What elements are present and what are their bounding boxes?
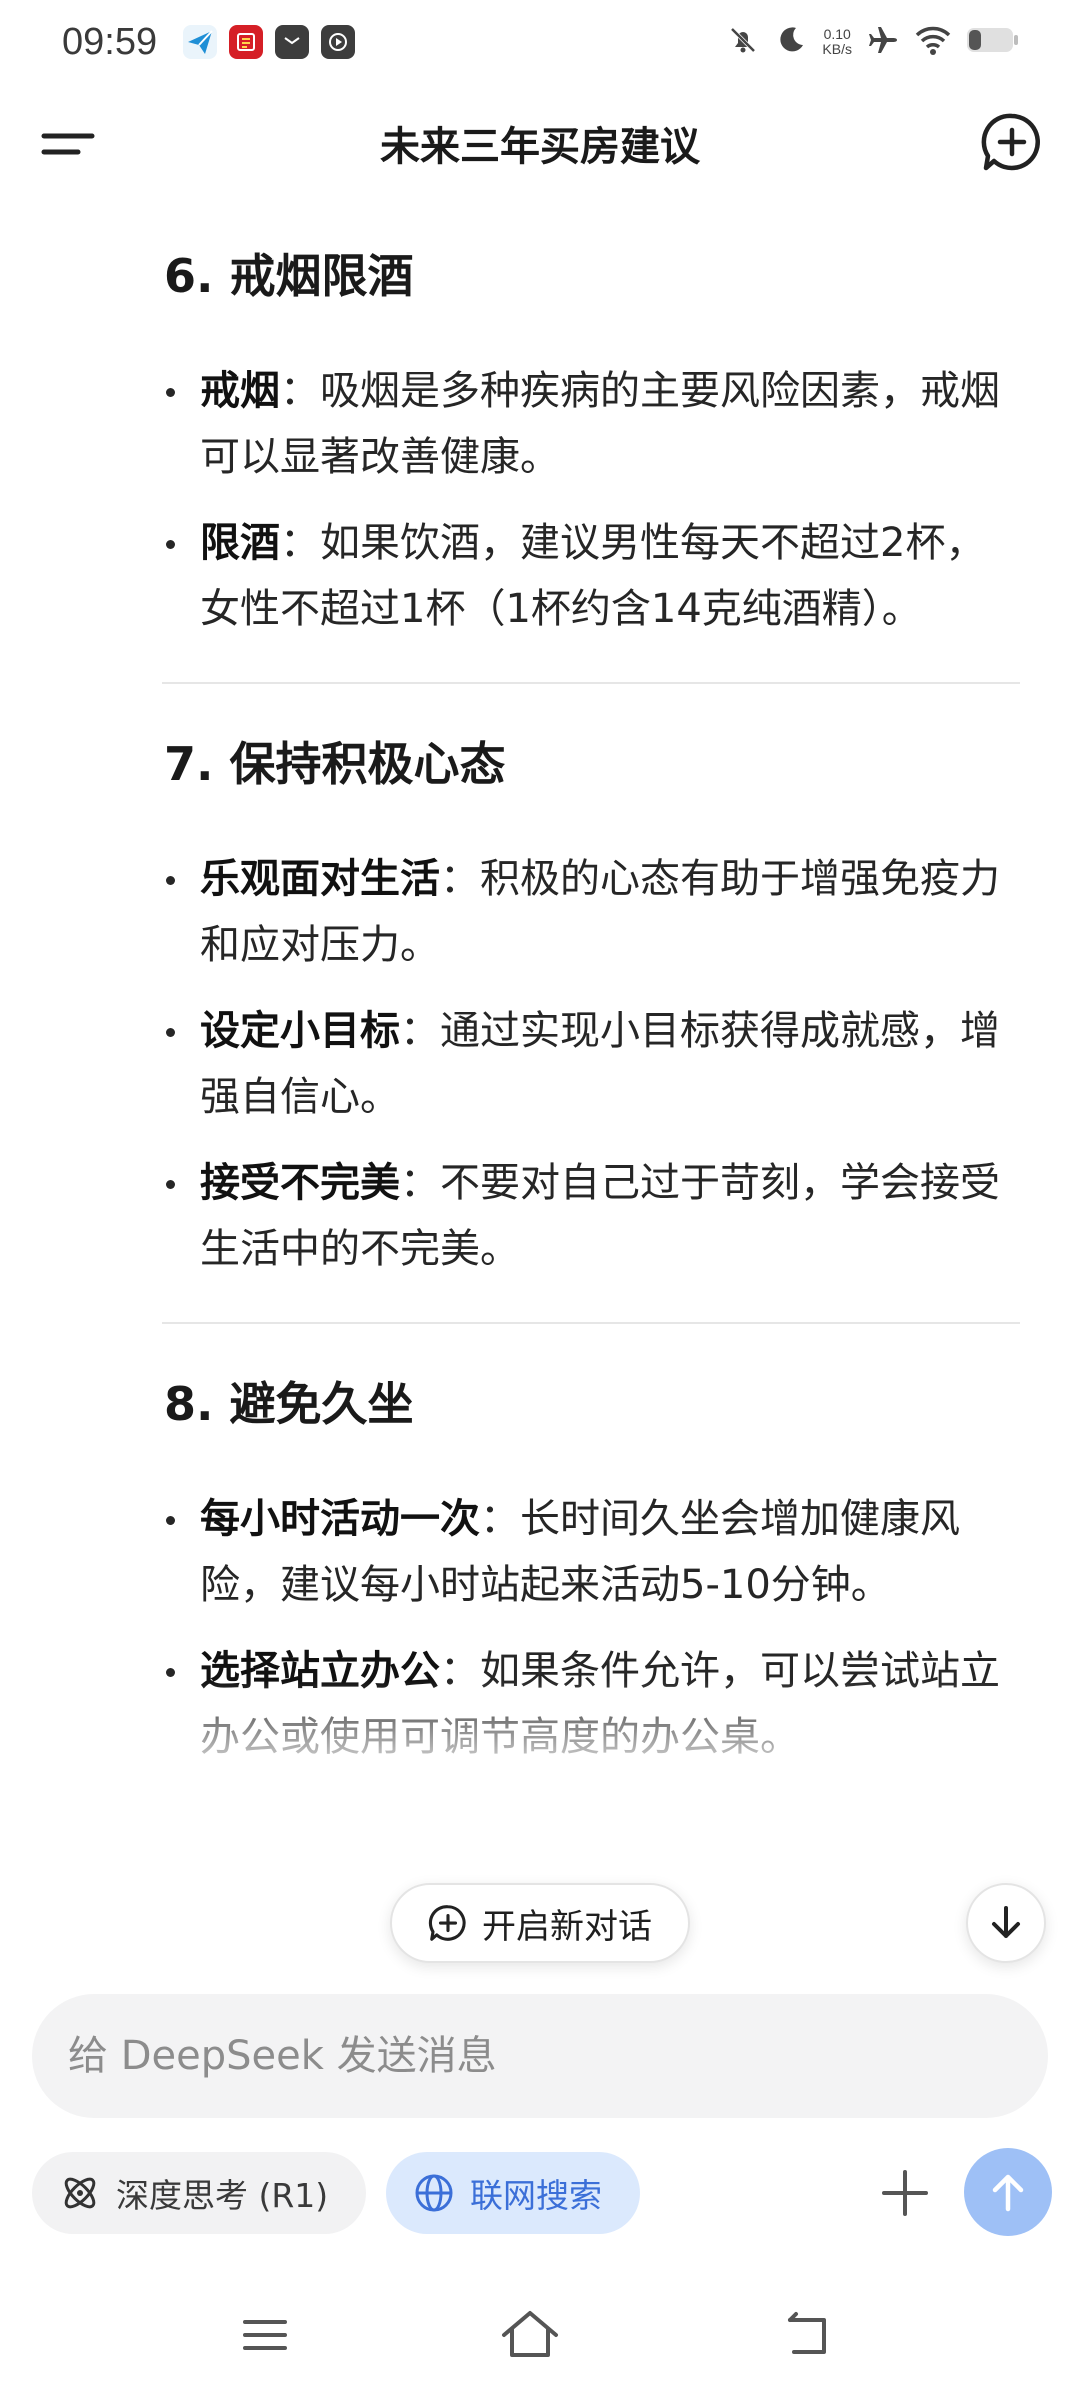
list-item: 戒烟：吸烟是多种疾病的主要风险因素，戒烟可以显著改善健康。 [162,358,1020,490]
item-label: 设定小目标 [200,1008,400,1054]
item-label: 每小时活动一次 [200,1496,480,1542]
item-text: ：吸烟是多种疾病的主要风险因素，戒烟可以显著改善健康。 [200,368,1000,480]
scroll-to-bottom-button[interactable] [966,1883,1046,1963]
mail-app-icon [275,25,310,59]
composer-toolbar: 深度思考 (R1) 联网搜索 [0,2148,1080,2246]
attach-plus-icon[interactable] [870,2158,940,2228]
airplane-icon [866,23,900,61]
status-bar: 09:59 0.10 KB/s [0,0,1080,84]
recents-icon[interactable] [220,2290,310,2380]
send-app-icon [183,25,218,59]
section-8: 8. 避免久坐 每小时活动一次：长时间久坐会增加健康风险，建议每小时站起来活动5… [162,1374,1020,1770]
section-7: 7. 保持积极心态 乐观面对生活：积极的心态有助于增强免疫力和应对压力。 设定小… [162,734,1020,1282]
back-icon[interactable] [762,2290,852,2380]
list-item: 每小时活动一次：长时间久坐会增加健康风险，建议每小时站起来活动5-10分钟。 [162,1486,1020,1618]
section-heading: 7. 保持积极心态 [164,737,506,791]
network-speed: 0.10 KB/s [822,27,852,57]
bullet-list: 戒烟：吸烟是多种疾病的主要风险因素，戒烟可以显著改善健康。 限酒：如果饮酒，建议… [162,358,1020,642]
message-input-box[interactable] [32,1994,1048,2118]
chat-message-content: 6. 戒烟限酒 戒烟：吸烟是多种疾病的主要风险因素，戒烟可以显著改善健康。 限酒… [0,202,1080,1974]
network-speed-unit: KB/s [822,41,852,57]
page-title: 未来三年买房建议 [380,124,700,170]
web-search-toggle[interactable]: 联网搜索 [386,2152,640,2234]
moon-icon [774,23,808,61]
status-indicators: 0.10 KB/s [726,23,1020,61]
system-nav-bar [0,2290,1080,2380]
news-app-icon [229,25,264,59]
play-app-icon [321,25,356,59]
section-divider [162,1322,1020,1324]
item-label: 接受不完美 [200,1160,400,1206]
menu-icon[interactable] [40,114,100,174]
bullet-list: 每小时活动一次：长时间久坐会增加健康风险，建议每小时站起来活动5-10分钟。 选… [162,1486,1020,1770]
new-chat-button[interactable]: 开启新对话 [390,1883,690,1963]
message-input[interactable] [68,2033,1012,2079]
wifi-icon [914,23,952,61]
item-label: 戒烟 [200,368,280,414]
list-item: 接受不完美：不要对自己过于苛刻，学会接受生活中的不完美。 [162,1150,1020,1282]
deepthink-label: 深度思考 (R1) [116,2176,329,2215]
list-item: 限酒：如果饮酒，建议男性每天不超过2杯，女性不超过1杯（1杯约含14克纯酒精）。 [162,510,1020,642]
new-chat-label: 开启新对话 [482,1906,652,1947]
new-chat-icon[interactable] [980,110,1044,174]
bullet-list: 乐观面对生活：积极的心态有助于增强免疫力和应对压力。 设定小目标：通过实现小目标… [162,846,1020,1282]
new-chat-icon [428,1905,466,1941]
chat-header: 未来三年买房建议 [0,84,1080,202]
item-text: ：如果饮酒，建议男性每天不超过2杯，女性不超过1杯（1杯约含14克纯酒精）。 [200,520,986,632]
web-search-label: 联网搜索 [470,2176,602,2215]
list-item: 设定小目标：通过实现小目标获得成就感，增强自信心。 [162,998,1020,1130]
arrow-down-icon [992,1906,1020,1938]
arrow-up-icon [992,2174,1024,2212]
deepthink-toggle[interactable]: 深度思考 (R1) [32,2152,366,2234]
list-item: 乐观面对生活：积极的心态有助于增强免疫力和应对压力。 [162,846,1020,978]
section-6: 6. 戒烟限酒 戒烟：吸烟是多种疾病的主要风险因素，戒烟可以显著改善健康。 限酒… [162,246,1020,642]
list-item: 选择站立办公：如果条件允许，可以尝试站立办公或使用可调节高度的办公桌。 [162,1638,1020,1770]
globe-icon [415,2174,453,2212]
status-time: 09:59 [62,20,158,63]
section-heading: 6. 戒烟限酒 [164,249,414,303]
section-divider [162,682,1020,684]
network-speed-value: 0.10 [823,26,851,42]
atom-icon [64,2177,96,2209]
home-icon[interactable] [485,2290,575,2380]
mute-bell-icon [726,23,760,61]
item-label: 乐观面对生活 [200,856,440,902]
app-screen: 09:59 0.10 KB/s 未来三年买房建议 6. 戒烟限酒 戒烟：吸烟是多… [0,0,1080,2400]
section-heading: 8. 避免久坐 [164,1377,414,1431]
battery-icon [966,25,1020,59]
item-label: 选择站立办公 [200,1648,440,1694]
item-label: 限酒 [200,520,280,566]
send-button[interactable] [964,2148,1052,2236]
